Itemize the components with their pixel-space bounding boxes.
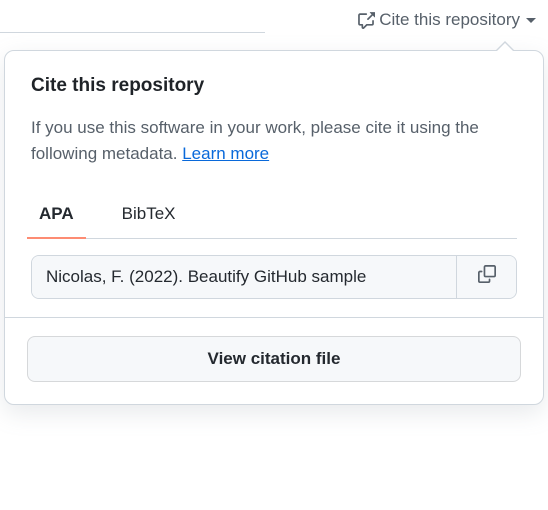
chevron-down-icon — [526, 18, 536, 23]
tab-apa[interactable]: APA — [31, 194, 82, 238]
cross-reference-icon — [357, 11, 375, 29]
popover-title: Cite this repository — [31, 75, 517, 97]
copy-citation-button[interactable] — [456, 256, 516, 298]
citation-row: Nicolas, F. (2022). Beautify GitHub samp… — [31, 255, 517, 299]
tab-label: BibTeX — [122, 204, 176, 223]
topbar: Cite this repository — [0, 0, 548, 40]
cite-repository-trigger-label: Cite this repository — [379, 10, 520, 30]
divider — [0, 32, 265, 33]
copy-icon — [478, 265, 496, 288]
view-citation-file-button[interactable]: View citation file — [27, 336, 521, 382]
citation-text[interactable]: Nicolas, F. (2022). Beautify GitHub samp… — [32, 256, 456, 298]
popover-body: Cite this repository If you use this sof… — [5, 51, 543, 317]
popover-footer: View citation file — [5, 317, 543, 404]
cite-repository-popover: Cite this repository If you use this sof… — [4, 50, 544, 405]
citation-format-tabs: APA BibTeX — [31, 194, 517, 239]
cite-repository-trigger[interactable]: Cite this repository — [357, 10, 536, 30]
tab-bibtex[interactable]: BibTeX — [114, 194, 184, 238]
tab-label: APA — [39, 204, 74, 223]
popover-description: If you use this software in your work, p… — [31, 115, 517, 168]
learn-more-link[interactable]: Learn more — [182, 144, 269, 163]
